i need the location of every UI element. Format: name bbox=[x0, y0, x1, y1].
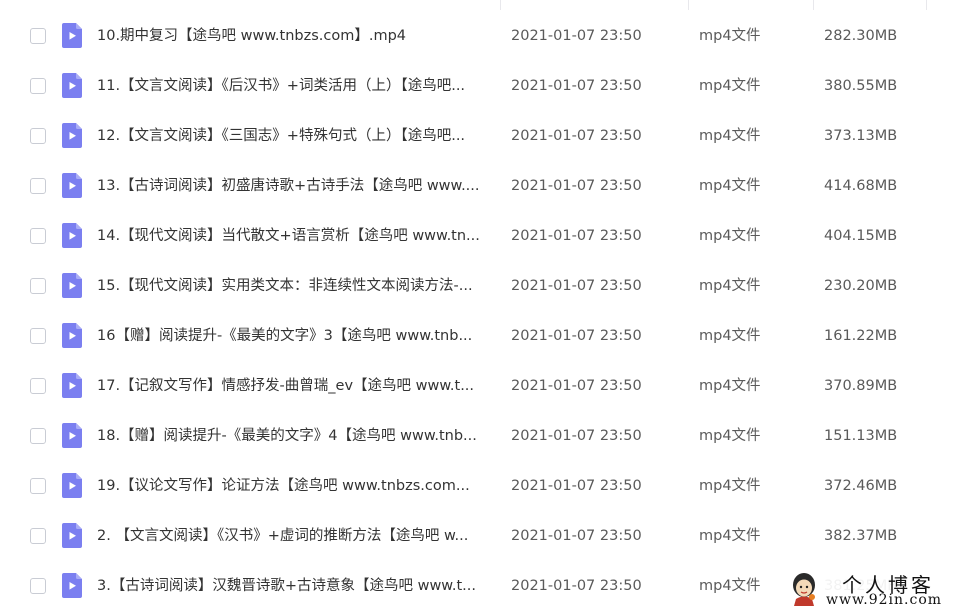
file-modified-date: 2021-01-07 23:50 bbox=[511, 178, 642, 194]
file-size: 230.20MB bbox=[824, 278, 898, 294]
file-modified-date: 2021-01-07 23:50 bbox=[511, 528, 642, 544]
file-size: 382.37MB bbox=[824, 528, 898, 544]
file-row[interactable]: 15.【现代文阅读】实用类文本：非连续性文本阅读方法-... 2021-01-07… bbox=[0, 261, 978, 311]
file-row[interactable]: 14.【现代文阅读】当代散文+语言赏析【途鸟吧 www.tn... 2021-01… bbox=[0, 211, 978, 261]
file-size: 414.68MB bbox=[824, 178, 898, 194]
file-name[interactable]: 3.【古诗词阅读】汉魏晋诗歌+古诗意象【途鸟吧 www.t... bbox=[97, 561, 497, 611]
file-list: 10.期中复习【途鸟吧 www.tnbzs.com】.mp4 2021-01-07… bbox=[0, 0, 978, 612]
file-type: mp4文件 bbox=[699, 428, 761, 444]
row-checkbox[interactable] bbox=[30, 78, 46, 94]
video-file-icon bbox=[62, 273, 82, 298]
file-modified-date: 2021-01-07 23:50 bbox=[511, 78, 642, 94]
video-file-icon bbox=[62, 173, 82, 198]
file-modified-date: 2021-01-07 23:50 bbox=[511, 28, 642, 44]
file-type: mp4文件 bbox=[699, 128, 761, 144]
watermark-url: www.92in.com bbox=[826, 592, 943, 608]
file-type: mp4文件 bbox=[699, 28, 761, 44]
file-row[interactable]: 13.【古诗词阅读】初盛唐诗歌+古诗手法【途鸟吧 www.... 2021-01-… bbox=[0, 161, 978, 211]
row-checkbox[interactable] bbox=[30, 428, 46, 444]
video-file-icon bbox=[62, 523, 82, 548]
file-name[interactable]: 2. 【文言文阅读】《汉书》+虚词的推断方法【途鸟吧 w... bbox=[97, 511, 497, 561]
video-file-icon bbox=[62, 573, 82, 598]
file-type: mp4文件 bbox=[699, 478, 761, 494]
file-type: mp4文件 bbox=[699, 328, 761, 344]
file-modified-date: 2021-01-07 23:50 bbox=[511, 278, 642, 294]
video-file-icon bbox=[62, 123, 82, 148]
row-checkbox[interactable] bbox=[30, 478, 46, 494]
file-modified-date: 2021-01-07 23:50 bbox=[511, 578, 642, 594]
video-file-icon bbox=[62, 23, 82, 48]
file-type: mp4文件 bbox=[699, 278, 761, 294]
file-name[interactable]: 13.【古诗词阅读】初盛唐诗歌+古诗手法【途鸟吧 www.... bbox=[97, 161, 497, 211]
file-modified-date: 2021-01-07 23:50 bbox=[511, 228, 642, 244]
row-checkbox[interactable] bbox=[30, 128, 46, 144]
file-size: 282.30MB bbox=[824, 28, 898, 44]
file-size: 370.89MB bbox=[824, 378, 898, 394]
video-file-icon bbox=[62, 423, 82, 448]
video-file-icon bbox=[62, 323, 82, 348]
file-type: mp4文件 bbox=[699, 528, 761, 544]
column-divider bbox=[500, 0, 501, 10]
column-divider bbox=[926, 0, 927, 10]
file-name[interactable]: 12.【文言文阅读】《三国志》+特殊句式（上）【途鸟吧... bbox=[97, 111, 497, 161]
file-name[interactable]: 19.【议论文写作】论证方法【途鸟吧 www.tnbzs.com... bbox=[97, 461, 497, 511]
file-row[interactable]: 16【赠】阅读提升-《最美的文字》3【途鸟吧 www.tnb... 2021-01… bbox=[0, 311, 978, 361]
avatar-icon bbox=[793, 573, 815, 606]
file-row[interactable]: 11.【文言文阅读】《后汉书》+词类活用（上）【途鸟吧... 2021-01-07… bbox=[0, 61, 978, 111]
row-checkbox[interactable] bbox=[30, 28, 46, 44]
file-modified-date: 2021-01-07 23:50 bbox=[511, 428, 642, 444]
row-checkbox[interactable] bbox=[30, 328, 46, 344]
file-size: 404.15MB bbox=[824, 228, 898, 244]
column-divider bbox=[688, 0, 689, 10]
file-name[interactable]: 16【赠】阅读提升-《最美的文字》3【途鸟吧 www.tnb... bbox=[97, 311, 497, 361]
column-divider bbox=[813, 0, 814, 10]
file-modified-date: 2021-01-07 23:50 bbox=[511, 378, 642, 394]
file-name[interactable]: 10.期中复习【途鸟吧 www.tnbzs.com】.mp4 bbox=[97, 11, 497, 61]
file-name[interactable]: 14.【现代文阅读】当代散文+语言赏析【途鸟吧 www.tn... bbox=[97, 211, 497, 261]
file-row[interactable]: 10.期中复习【途鸟吧 www.tnbzs.com】.mp4 2021-01-07… bbox=[0, 11, 978, 61]
row-checkbox[interactable] bbox=[30, 578, 46, 594]
row-checkbox[interactable] bbox=[30, 278, 46, 294]
file-type: mp4文件 bbox=[699, 178, 761, 194]
row-checkbox[interactable] bbox=[30, 378, 46, 394]
video-file-icon bbox=[62, 473, 82, 498]
file-name[interactable]: 18.【赠】阅读提升-《最美的文字》4【途鸟吧 www.tnb... bbox=[97, 411, 497, 461]
file-type: mp4文件 bbox=[699, 228, 761, 244]
row-checkbox[interactable] bbox=[30, 528, 46, 544]
video-file-icon bbox=[62, 373, 82, 398]
file-row[interactable]: 2. 【文言文阅读】《汉书》+虚词的推断方法【途鸟吧 w... 2021-01-0… bbox=[0, 511, 978, 561]
file-row[interactable]: 17.【记叙文写作】情感抒发-曲曾瑞_ev【途鸟吧 www.t... 2021-0… bbox=[0, 361, 978, 411]
row-checkbox[interactable] bbox=[30, 228, 46, 244]
file-modified-date: 2021-01-07 23:50 bbox=[511, 128, 642, 144]
file-name[interactable]: 11.【文言文阅读】《后汉书》+词类活用（上）【途鸟吧... bbox=[97, 61, 497, 111]
row-checkbox[interactable] bbox=[30, 178, 46, 194]
file-size: 151.13MB bbox=[824, 428, 898, 444]
file-size: 380.55MB bbox=[824, 78, 898, 94]
file-modified-date: 2021-01-07 23:50 bbox=[511, 478, 642, 494]
file-modified-date: 2021-01-07 23:50 bbox=[511, 328, 642, 344]
file-row[interactable]: 12.【文言文阅读】《三国志》+特殊句式（上）【途鸟吧... 2021-01-07… bbox=[0, 111, 978, 161]
video-file-icon bbox=[62, 73, 82, 98]
video-file-icon bbox=[62, 223, 82, 248]
file-row[interactable]: 19.【议论文写作】论证方法【途鸟吧 www.tnbzs.com... 2021-… bbox=[0, 461, 978, 511]
file-row[interactable]: 18.【赠】阅读提升-《最美的文字》4【途鸟吧 www.tnb... 2021-0… bbox=[0, 411, 978, 461]
file-type: mp4文件 bbox=[699, 378, 761, 394]
file-size: 373.13MB bbox=[824, 128, 898, 144]
watermark: 个人博客 www.92in.com bbox=[784, 566, 978, 612]
file-size: 372.46MB bbox=[824, 478, 898, 494]
file-name[interactable]: 15.【现代文阅读】实用类文本：非连续性文本阅读方法-... bbox=[97, 261, 497, 311]
file-name[interactable]: 17.【记叙文写作】情感抒发-曲曾瑞_ev【途鸟吧 www.t... bbox=[97, 361, 497, 411]
file-type: mp4文件 bbox=[699, 78, 761, 94]
file-type: mp4文件 bbox=[699, 578, 761, 594]
file-size: 161.22MB bbox=[824, 328, 898, 344]
